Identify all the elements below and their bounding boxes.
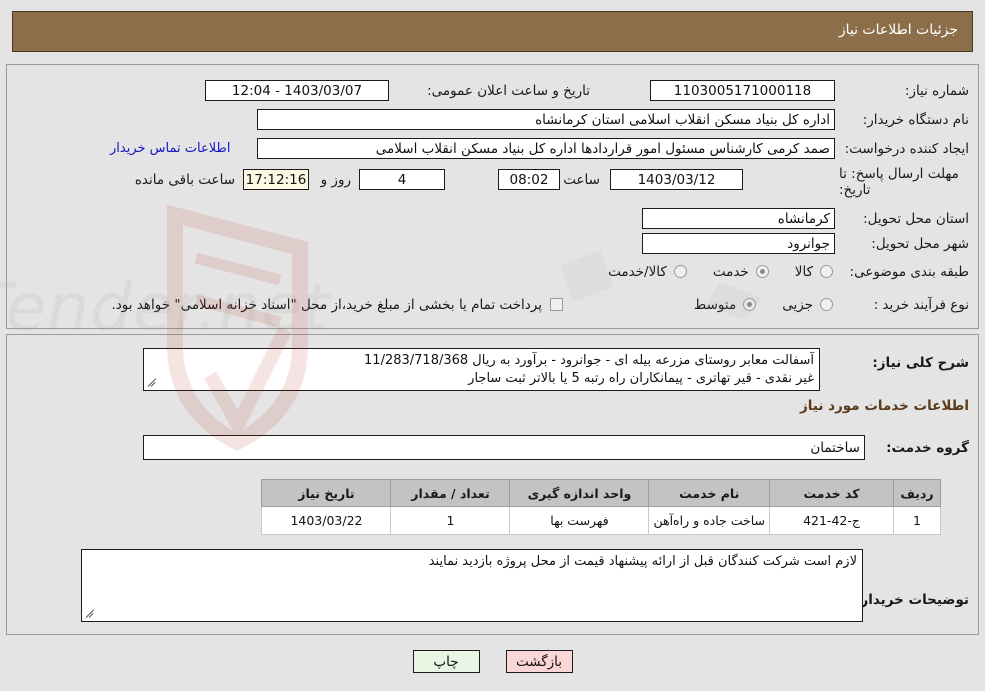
cell-name: ساخت جاده و راه‌آهن: [648, 506, 770, 535]
city-label-wrap: شهر محل تحویل:: [839, 233, 969, 254]
deadline-label-wrap: مهلت ارسال پاسخ: تا تاریخ:: [839, 166, 969, 198]
buyer-contact-link[interactable]: اطلاعات تماس خریدار: [110, 141, 230, 156]
cell-date: 1403/03/22: [261, 506, 392, 535]
category-label-wrap: طبقه بندی موضوعی:: [839, 261, 969, 282]
buyer-org-label-wrap: نام دستگاه خریدار:: [839, 109, 969, 130]
process-option-motavaset[interactable]: متوسط: [693, 296, 757, 313]
process-option-jozi-label: جزیی: [782, 296, 813, 313]
buyer-org-value: اداره کل بنیاد مسکن انقلاب اسلامی استان …: [257, 109, 835, 130]
cell-index: 1: [893, 506, 941, 535]
process-option-motavaset-label: متوسط: [693, 296, 737, 313]
need-number-value: 1103005171000118: [650, 80, 835, 101]
requester-label-wrap: ایجاد کننده درخواست:: [839, 138, 969, 159]
province-label: استان محل تحویل:: [863, 210, 969, 227]
description-line-2: غیر نقدی - قیر تهاتری - پیمانکاران راه ر…: [468, 371, 814, 386]
cell-quantity: 1: [390, 506, 511, 535]
page-header-bar: جزئیات اطلاعات نیاز: [12, 11, 973, 52]
buyer-notes-label: توضیحات خریدار:: [855, 592, 969, 608]
radio-icon-motavaset[interactable]: [743, 298, 757, 311]
requester-label: ایجاد کننده درخواست:: [844, 140, 969, 157]
category-option-kala-khedmat[interactable]: کالا/خدمت: [608, 264, 687, 280]
table-col-quantity: تعداد / مقدار: [390, 479, 511, 507]
category-option-kala[interactable]: کالا: [795, 264, 833, 280]
page-title: جزئیات اطلاعات نیاز: [838, 22, 958, 38]
radio-icon-kala-khedmat[interactable]: [673, 265, 687, 278]
back-button[interactable]: بازگشت: [505, 650, 573, 673]
description-textarea[interactable]: آسفالت معابر روستای مزرعه بیله ای - جوان…: [143, 348, 820, 391]
description-label: شرح کلی نیاز:: [872, 355, 969, 371]
cell-unit: فهرست بها: [509, 506, 650, 535]
announce-datetime-value: 1403/03/07 - 12:04: [205, 80, 389, 101]
category-option-khedmat[interactable]: خدمت: [713, 264, 769, 280]
days-remaining-value: 4: [359, 169, 445, 190]
city-label: شهر محل تحویل:: [871, 235, 969, 252]
cell-code: ج-42-421: [769, 506, 894, 535]
process-label: نوع فرآیند خرید :: [873, 296, 969, 313]
resize-grip-icon-buyer-notes[interactable]: [85, 609, 95, 619]
category-radio-group: کالا خدمت کالا/خدمت: [582, 261, 833, 282]
deadline-time-value: 08:02: [498, 169, 560, 190]
table-col-date: تاریخ نیاز: [261, 479, 392, 507]
table-col-index: ردیف: [893, 479, 941, 507]
city-value: جوانرود: [642, 233, 835, 254]
service-group-label: گروه خدمت:: [886, 440, 969, 456]
table-col-code: کد خدمت: [769, 479, 894, 507]
need-number-label: شماره نیاز:: [904, 82, 969, 99]
category-option-kala-khedmat-label: کالا/خدمت: [608, 263, 667, 280]
table-header-row: ردیف کد خدمت نام خدمت واحد اندازه گیری ت…: [261, 479, 941, 507]
services-section-heading: اطلاعات خدمات مورد نیاز: [799, 398, 969, 414]
province-label-wrap: استان محل تحویل:: [839, 208, 969, 229]
announce-datetime-label: تاریخ و ساعت اعلان عمومی:: [427, 82, 590, 99]
service-group-value[interactable]: ساختمان: [143, 435, 865, 460]
remaining-suffix-label: ساعت باقی مانده: [134, 172, 235, 188]
description-line-1: آسفالت معابر روستای مزرعه بیله ای - جوان…: [364, 353, 814, 368]
days-word-label: روز و: [320, 172, 351, 188]
requester-value: صمد کرمی کارشناس مسئول امور قراردادها اد…: [257, 138, 835, 159]
treasury-checkbox-row[interactable]: پرداخت تمام یا بخشی از مبلغ خرید،از محل …: [111, 294, 563, 315]
checkbox-icon-treasury[interactable]: [550, 298, 563, 311]
buyer-notes-textarea[interactable]: لازم است شرکت کنندگان قبل از ارائه پیشنه…: [81, 549, 863, 622]
radio-icon-jozi[interactable]: [820, 298, 833, 311]
page-root: جزئیات اطلاعات نیاز شماره نیاز: 11030051…: [0, 0, 985, 691]
treasury-checkbox-label: پرداخت تمام یا بخشی از مبلغ خرید،از محل …: [111, 296, 542, 313]
category-option-kala-label: کالا: [794, 263, 813, 280]
process-radio-group: جزیی متوسط: [668, 294, 833, 315]
deadline-label-line2: تاریخ:: [839, 182, 871, 198]
buyer-notes-value: لازم است شرکت کنندگان قبل از ارائه پیشنه…: [428, 554, 857, 569]
province-value: کرمانشاه: [642, 208, 835, 229]
buyer-org-label: نام دستگاه خریدار:: [862, 111, 969, 128]
hour-word-label: ساعت: [563, 172, 600, 188]
radio-icon-kala[interactable]: [820, 265, 833, 278]
category-option-khedmat-label: خدمت: [712, 263, 749, 280]
need-summary-panel: [6, 64, 979, 329]
print-button[interactable]: چاپ: [412, 650, 480, 673]
category-label: طبقه بندی موضوعی:: [849, 263, 969, 280]
table-col-unit: واحد اندازه گیری: [509, 479, 650, 507]
radio-icon-khedmat[interactable]: [755, 265, 769, 278]
footer-button-bar: بازگشت چاپ: [0, 650, 985, 673]
table-col-name: نام خدمت: [648, 479, 770, 507]
countdown-timer: 17:12:16: [243, 169, 309, 190]
need-number-label-wrap: شماره نیاز:: [849, 80, 969, 101]
deadline-label-line1: مهلت ارسال پاسخ: تا: [839, 166, 959, 182]
table-row: 1 ج-42-421 ساخت جاده و راه‌آهن فهرست بها…: [261, 506, 941, 535]
process-option-jozi[interactable]: جزیی: [782, 297, 833, 313]
announce-datetime-label-wrap: تاریخ و ساعت اعلان عمومی:: [405, 80, 590, 101]
process-label-wrap: نوع فرآیند خرید :: [839, 294, 969, 315]
deadline-date-value: 1403/03/12: [610, 169, 743, 190]
services-table: ردیف کد خدمت نام خدمت واحد اندازه گیری ت…: [261, 479, 941, 535]
